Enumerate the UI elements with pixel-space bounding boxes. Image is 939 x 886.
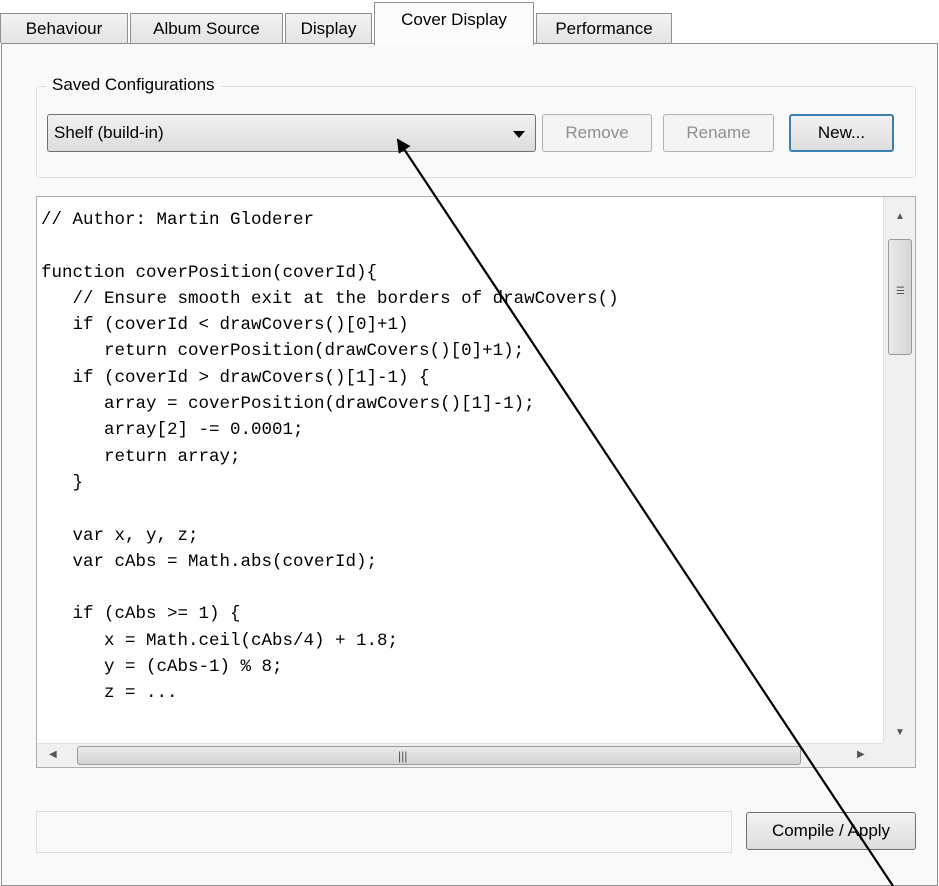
chevron-down-icon — [513, 131, 525, 138]
configuration-select-value: Shelf (build-in) — [54, 123, 164, 142]
tab-cover-display[interactable]: Cover Display — [374, 2, 534, 45]
tab-display[interactable]: Display — [285, 13, 372, 43]
tab-album-source[interactable]: Album Source — [130, 13, 283, 43]
tab-behaviour[interactable]: Behaviour — [0, 13, 128, 43]
arrow-up-icon[interactable]: ▲ — [895, 211, 905, 222]
vertical-scroll-thumb[interactable]: ☰ — [888, 239, 912, 355]
saved-configurations-title: Saved Configurations — [46, 74, 221, 96]
script-editor[interactable]: // Author: Martin Gloderer function cove… — [36, 196, 916, 768]
grip-icon: ☰ — [896, 286, 905, 297]
remove-button[interactable]: Remove — [542, 114, 652, 152]
arrow-down-icon[interactable]: ▼ — [895, 727, 905, 738]
arrow-right-icon[interactable]: ▶ — [857, 749, 865, 760]
arrow-left-icon[interactable]: ◀ — [49, 749, 57, 760]
configuration-select[interactable]: Shelf (build-in) — [47, 114, 536, 152]
compile-apply-button[interactable]: Compile / Apply — [746, 812, 916, 850]
compile-status — [36, 811, 732, 853]
vertical-scrollbar[interactable]: ▲ ☰ ▼ — [883, 197, 915, 745]
grip-icon: ||| — [398, 749, 408, 763]
horizontal-scroll-thumb[interactable]: ||| — [77, 746, 801, 765]
scrollbar-corner — [883, 743, 915, 767]
tab-performance[interactable]: Performance — [536, 13, 672, 43]
horizontal-scrollbar[interactable]: ◀ ||| ▶ — [37, 743, 883, 767]
tab-bar: Behaviour Album Source Display Cover Dis… — [0, 0, 939, 45]
new-button[interactable]: New... — [789, 114, 894, 152]
rename-button[interactable]: Rename — [663, 114, 774, 152]
script-code[interactable]: // Author: Martin Gloderer function cove… — [41, 207, 881, 742]
